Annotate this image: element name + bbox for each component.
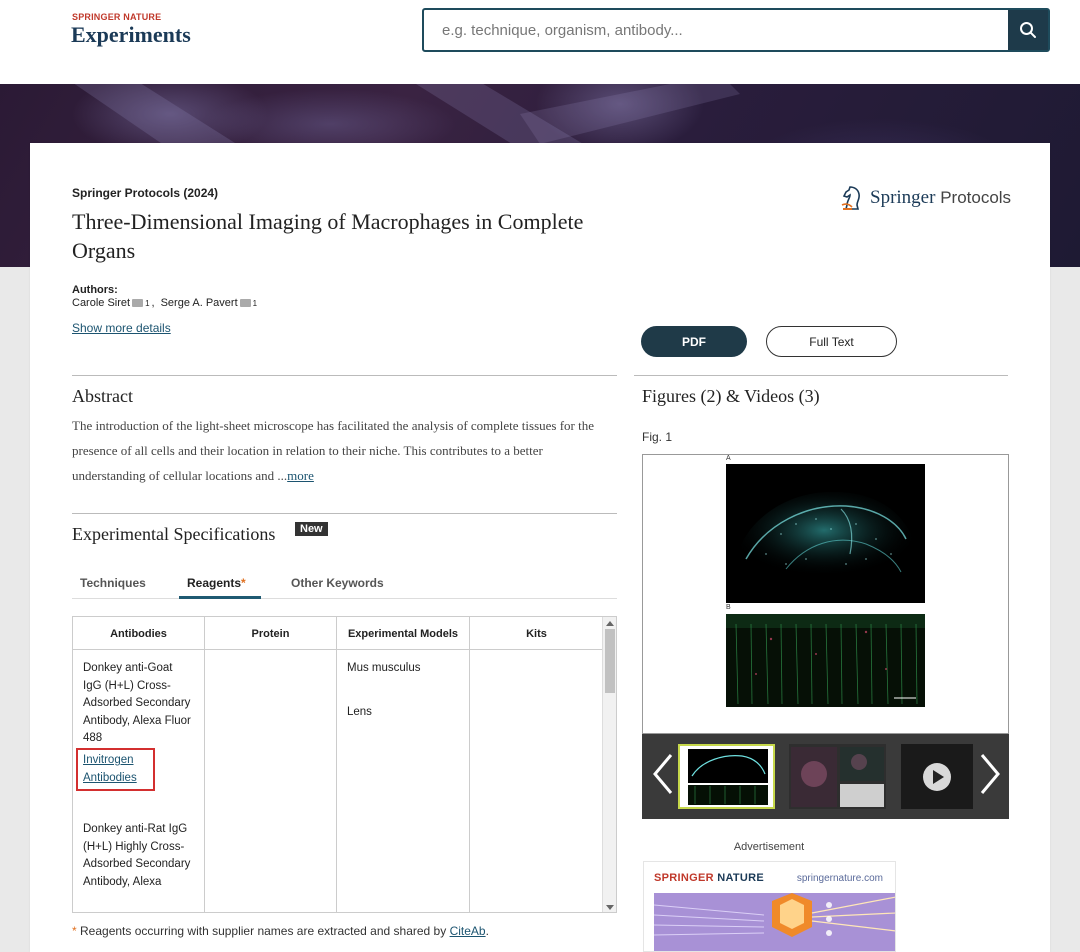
scroll-down-icon[interactable] <box>606 905 614 910</box>
supplier-highlight: Invitrogen Antibodies <box>76 747 155 792</box>
new-badge: New <box>295 522 328 536</box>
figure-viewer[interactable]: A B <box>642 454 1009 734</box>
carousel-thumbnail[interactable] <box>789 744 886 809</box>
tab-other-keywords[interactable]: Other Keywords <box>291 576 384 590</box>
chevron-right-icon[interactable] <box>978 752 1002 796</box>
advertisement-label: Advertisement <box>733 841 805 853</box>
author-item[interactable]: Carole Siret 1, <box>72 297 155 309</box>
tab-reagents[interactable]: Reagents* <box>187 576 246 590</box>
show-more-details-link[interactable]: Show more details <box>72 321 171 335</box>
column-header-protein: Protein <box>205 617 337 650</box>
antibodies-cell: Donkey anti-Goat IgG (H+L) Cross-Adsorbe… <box>73 650 205 912</box>
table-body: Donkey anti-Goat IgG (H+L) Cross-Adsorbe… <box>73 650 603 912</box>
reagents-footnote: * Reagents occurring with supplier names… <box>72 924 489 938</box>
column-header-kits: Kits <box>526 627 547 640</box>
antibody-name: Donkey anti-Rat IgG (H+L) Highly Cross-A… <box>83 823 191 888</box>
kits-cell <box>470 650 603 912</box>
video-thumbnail[interactable] <box>901 744 973 809</box>
authors-list: Carole Siret 1, Serge A. Pavert 1 <box>72 297 257 309</box>
divider <box>634 375 1008 376</box>
page-title: Three-Dimensional Imaging of Macrophages… <box>72 209 584 263</box>
publisher-name: Springer Protocols <box>870 187 1012 208</box>
pdf-button[interactable]: PDF <box>641 326 747 357</box>
figure-thumbnail-image <box>789 744 886 809</box>
advertisement-banner[interactable]: SPRINGER NATURE springernature.com <box>643 861 896 952</box>
model-item: Lens <box>347 705 372 718</box>
abstract-heading: Abstract <box>72 386 133 406</box>
search-input[interactable] <box>424 10 1008 50</box>
active-tab-indicator <box>179 596 261 599</box>
figure-panel-b <box>726 614 925 707</box>
search-icon <box>1020 22 1036 38</box>
mail-icon[interactable] <box>132 299 144 307</box>
article-card: Springer Protocols (2024) Three-Dimensio… <box>30 143 1050 952</box>
search-button[interactable] <box>1008 10 1048 50</box>
figure-panel-a <box>726 464 925 603</box>
citeab-link[interactable]: CiteAb <box>450 924 486 938</box>
springer-protocols-logo[interactable]: Springer Protocols <box>840 185 1011 211</box>
carousel-thumbnail[interactable] <box>678 744 775 809</box>
divider <box>72 513 617 514</box>
site-header: SPRINGER NATURE Experiments <box>0 0 1080 84</box>
publication-info: Springer Protocols (2024) <box>72 186 219 200</box>
divider <box>72 375 617 376</box>
tissue-section-image <box>726 614 925 707</box>
panel-label: B <box>726 604 731 611</box>
specs-heading: Experimental Specifications <box>72 524 276 544</box>
ad-brand: SPRINGER NATURE <box>654 872 765 884</box>
brand-logo[interactable]: Experiments <box>71 22 191 48</box>
antibody-name: Donkey anti-Goat IgG (H+L) Cross-Adsorbe… <box>83 662 191 745</box>
chess-knight-icon <box>841 186 860 210</box>
model-item: Mus musculus <box>347 662 421 674</box>
ad-artwork <box>654 893 895 951</box>
mail-icon[interactable] <box>239 299 251 307</box>
supplier-link[interactable]: Invitrogen Antibodies <box>83 752 147 787</box>
figure-thumbnail-image <box>680 746 773 807</box>
column-header-antibodies: Antibodies <box>73 617 205 650</box>
column-header-experimental-models: Experimental Models <box>337 617 470 650</box>
figure-label: Fig. 1 <box>642 430 673 444</box>
author-item[interactable]: Serge A. Pavert 1 <box>161 297 258 309</box>
tab-techniques[interactable]: Techniques <box>80 576 146 590</box>
brand-publisher[interactable]: SPRINGER NATURE <box>72 12 161 22</box>
authors-label: Authors: <box>72 284 118 296</box>
full-text-button[interactable]: Full Text <box>766 326 897 357</box>
play-icon[interactable] <box>922 762 952 792</box>
abstract-more-link[interactable]: more <box>287 468 314 483</box>
brain-macrophage-image <box>726 464 925 603</box>
search-bar <box>422 8 1050 52</box>
experimental-models-cell: Mus musculus Lens <box>337 650 470 912</box>
figures-heading: Figures (2) & Videos (3) <box>642 386 820 406</box>
abstract-text: The introduction of the light-sheet micr… <box>72 418 595 483</box>
table-header: Antibodies Protein Experimental Models K… <box>73 617 603 650</box>
scrollbar-thumb[interactable] <box>605 629 615 693</box>
table-scrollbar[interactable] <box>602 617 616 912</box>
reagents-table[interactable]: Antibodies Protein Experimental Models K… <box>72 616 617 913</box>
specs-tabs: Techniques Reagents* Other Keywords <box>72 571 617 599</box>
ad-url: springernature.com <box>796 873 883 884</box>
scroll-up-icon[interactable] <box>606 621 614 626</box>
panel-label: A <box>726 455 731 462</box>
chevron-left-icon[interactable] <box>651 752 675 796</box>
protein-cell <box>205 650 337 912</box>
figure-carousel <box>642 734 1009 819</box>
